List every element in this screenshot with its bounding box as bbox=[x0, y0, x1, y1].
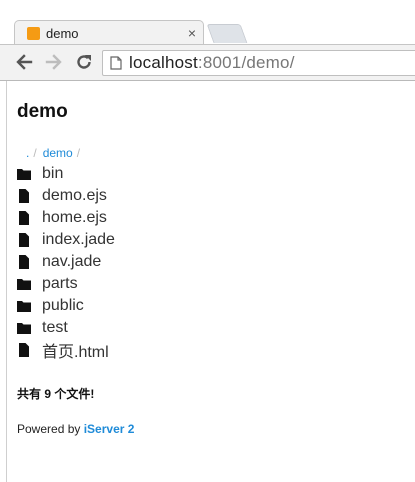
page-icon bbox=[110, 56, 122, 70]
file-link[interactable]: public bbox=[42, 297, 84, 315]
new-tab-button[interactable] bbox=[206, 24, 248, 43]
file-link[interactable]: home.ejs bbox=[42, 209, 107, 227]
file-list: bin demo.ejs home.ejs index.jade nav.jad… bbox=[17, 163, 115, 361]
tab-strip: demo × bbox=[0, 0, 415, 46]
file-link[interactable]: index.jade bbox=[42, 231, 115, 249]
favicon-icon bbox=[27, 27, 40, 40]
url-port: :8001 bbox=[197, 53, 242, 72]
browser-toolbar: localhost:8001/demo/ bbox=[0, 44, 415, 81]
file-icon bbox=[19, 233, 29, 247]
list-item[interactable]: 首页.html bbox=[17, 339, 115, 361]
list-item[interactable]: nav.jade bbox=[17, 251, 115, 273]
reload-icon[interactable] bbox=[74, 52, 94, 72]
file-icon bbox=[19, 211, 29, 225]
breadcrumb-root-link[interactable]: . bbox=[26, 146, 29, 160]
breadcrumb-separator: / bbox=[76, 146, 81, 160]
browser-tab[interactable]: demo × bbox=[14, 20, 204, 46]
folder-icon bbox=[17, 323, 31, 334]
address-bar[interactable]: localhost:8001/demo/ bbox=[102, 50, 415, 76]
url-text[interactable]: localhost:8001/demo/ bbox=[129, 53, 295, 73]
file-icon bbox=[19, 189, 29, 203]
file-link[interactable]: bin bbox=[42, 165, 63, 183]
file-link[interactable]: parts bbox=[42, 275, 78, 293]
list-item[interactable]: test bbox=[17, 317, 115, 339]
page-title: demo bbox=[17, 101, 68, 122]
list-item[interactable]: bin bbox=[17, 163, 115, 185]
url-host: localhost bbox=[129, 53, 198, 72]
file-link[interactable]: test bbox=[42, 319, 68, 337]
file-link[interactable]: demo.ejs bbox=[42, 187, 107, 205]
list-item[interactable]: demo.ejs bbox=[17, 185, 115, 207]
breadcrumb-separator: / bbox=[33, 146, 37, 160]
back-arrow-icon[interactable] bbox=[14, 52, 34, 72]
file-icon bbox=[19, 255, 29, 269]
file-link[interactable]: 首页.html bbox=[42, 338, 109, 362]
folder-icon bbox=[17, 169, 31, 180]
file-link[interactable]: nav.jade bbox=[42, 253, 101, 271]
list-item[interactable]: home.ejs bbox=[17, 207, 115, 229]
list-item[interactable]: parts bbox=[17, 273, 115, 295]
footer-prefix: Powered by bbox=[17, 422, 81, 436]
url-path: /demo/ bbox=[241, 53, 295, 72]
list-item[interactable]: public bbox=[17, 295, 115, 317]
tab-title: demo bbox=[46, 26, 79, 41]
list-item[interactable]: index.jade bbox=[17, 229, 115, 251]
close-tab-icon[interactable]: × bbox=[188, 25, 196, 41]
iserver-link[interactable]: iServer 2 bbox=[84, 422, 135, 436]
breadcrumb-current-link[interactable]: demo bbox=[43, 146, 73, 160]
file-icon bbox=[19, 343, 29, 357]
folder-icon bbox=[17, 279, 31, 290]
file-count-summary: 共有 9 个文件! bbox=[17, 387, 95, 401]
breadcrumb: . / demo / bbox=[26, 146, 86, 160]
footer: Powered by iServer 2 bbox=[17, 422, 134, 436]
page-viewport: demo . / demo / bin demo.ejs home.ejs index… bbox=[6, 81, 415, 482]
forward-arrow-icon[interactable] bbox=[44, 52, 64, 72]
folder-icon bbox=[17, 301, 31, 312]
